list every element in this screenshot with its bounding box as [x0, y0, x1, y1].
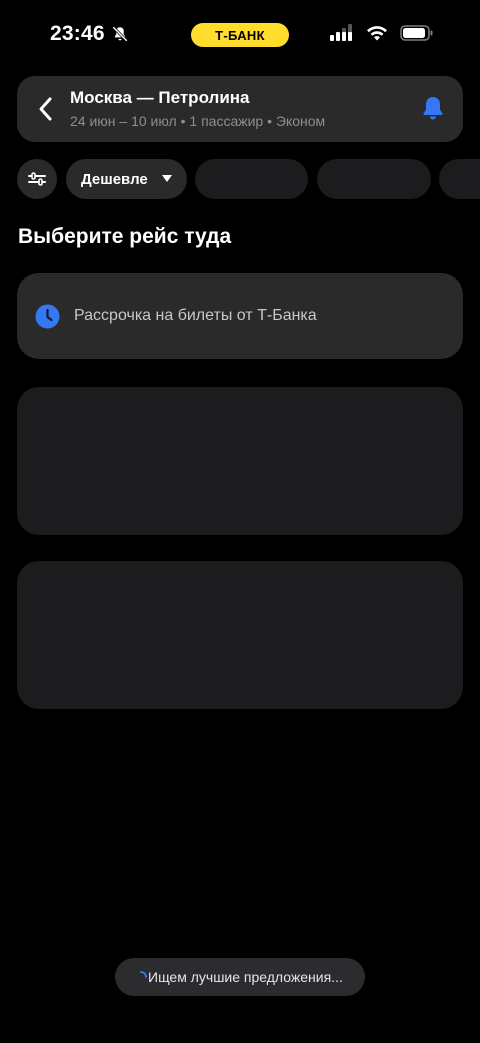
- route-subtitle: 24 июн – 10 июл • 1 пассажир • Эконом: [70, 113, 326, 129]
- caret-down-icon: [162, 175, 172, 182]
- section-title: Выберите рейс туда: [18, 225, 232, 248]
- filter-chip-placeholder: [195, 159, 308, 199]
- time-group: 23:46: [50, 22, 129, 46]
- filter-row: Дешевле: [17, 159, 480, 199]
- back-chevron-icon[interactable]: [35, 95, 57, 123]
- wifi-icon: [367, 26, 387, 41]
- sort-chip-label: Дешевле: [81, 170, 148, 188]
- clock-icon: [35, 304, 60, 329]
- filter-settings-button[interactable]: [17, 159, 57, 199]
- spinner-icon: [140, 971, 147, 978]
- sliders-icon: [28, 172, 46, 186]
- filter-chip-placeholder: [317, 159, 431, 199]
- status-bar: 23:46 Т-БАНК: [0, 0, 480, 70]
- route-header[interactable]: Москва — Петролина 24 июн – 10 июл • 1 п…: [17, 76, 463, 142]
- sort-chip[interactable]: Дешевле: [66, 159, 187, 199]
- battery-icon: [400, 25, 433, 41]
- brand-badge: Т-БАНК: [191, 23, 289, 47]
- status-icons: [330, 24, 434, 42]
- screen: 23:46 Т-БАНК Москва — Петролина 24 июн –…: [0, 0, 480, 1043]
- installment-promo-card[interactable]: Рассрочка на билеты от Т-Банка: [17, 273, 463, 359]
- flight-card-skeleton: [17, 387, 463, 535]
- filter-chip-placeholder: [439, 159, 480, 199]
- flight-card-skeleton: [17, 561, 463, 709]
- bell-slash-icon: [111, 26, 128, 42]
- notification-bell-icon[interactable]: [420, 95, 446, 121]
- cellular-signal-icon: [330, 24, 352, 41]
- route-title: Москва — Петролина: [70, 88, 250, 107]
- toast-text: Ищем лучшие предложения...: [148, 969, 343, 985]
- loading-toast: Ищем лучшие предложения...: [115, 958, 365, 996]
- status-time: 23:46: [50, 22, 105, 45]
- promo-text: Рассрочка на билеты от Т-Банка: [74, 307, 317, 324]
